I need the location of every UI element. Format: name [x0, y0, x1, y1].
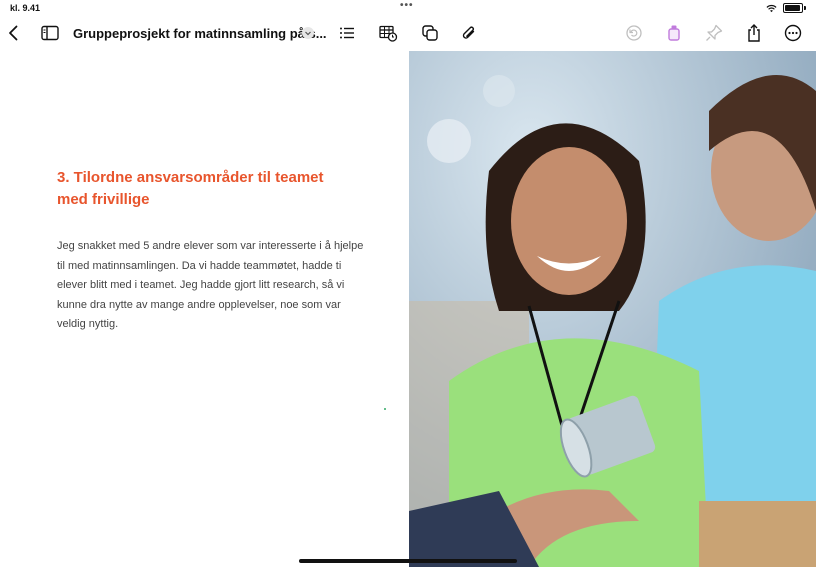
pin-icon — [706, 24, 723, 41]
document-page[interactable]: 3. Tilordne ansvarsområder til teamet me… — [0, 51, 409, 567]
status-time: kl. 9.41 — [10, 3, 41, 13]
sidebar-icon — [41, 25, 59, 41]
volunteers-photo[interactable] — [409, 51, 816, 567]
paperclip-icon — [462, 26, 475, 39]
section-body-text: Jeg snakket med 5 andre elever som var i… — [57, 240, 364, 330]
shapes-icon — [422, 25, 438, 41]
text-cursor-marker — [384, 408, 386, 410]
more-icon — [784, 24, 802, 42]
toolbar: Gruppeprosjekt for matinnsamling på s... — [0, 16, 816, 51]
list-icon — [340, 27, 354, 39]
section-heading: 3. Tilordne ansvarsområder til teamet me… — [57, 169, 324, 208]
share-icon — [748, 24, 760, 42]
battery-icon — [783, 3, 803, 13]
document-title[interactable]: Gruppeprosjekt for matinnsamling på s... — [73, 26, 327, 41]
photo-illustration — [409, 51, 816, 567]
battery-nub — [804, 6, 806, 10]
undo-button[interactable] — [623, 22, 645, 44]
undo-icon — [626, 25, 642, 41]
title-chevron-down-icon — [305, 31, 311, 36]
pin-button[interactable] — [703, 22, 725, 44]
more-button[interactable] — [782, 22, 804, 44]
back-button[interactable] — [3, 22, 25, 44]
format-brush-icon — [668, 25, 680, 41]
table-clock-icon — [379, 25, 398, 42]
back-chevron-icon — [9, 25, 18, 41]
multitasking-dots[interactable]: ••• — [400, 0, 414, 11]
list-button[interactable] — [336, 22, 358, 44]
status-bar: kl. 9.41 ••• — [0, 0, 816, 16]
attachment-button[interactable] — [458, 22, 480, 44]
shapes-button[interactable] — [419, 22, 441, 44]
table-button[interactable] — [377, 22, 399, 44]
sidebar-toggle-button[interactable] — [39, 22, 61, 44]
status-icons — [766, 3, 806, 13]
format-brush-button[interactable] — [663, 22, 685, 44]
share-button[interactable] — [743, 22, 765, 44]
home-indicator[interactable] — [299, 559, 517, 563]
wifi-icon — [766, 4, 777, 12]
title-menu-button[interactable] — [302, 27, 314, 39]
